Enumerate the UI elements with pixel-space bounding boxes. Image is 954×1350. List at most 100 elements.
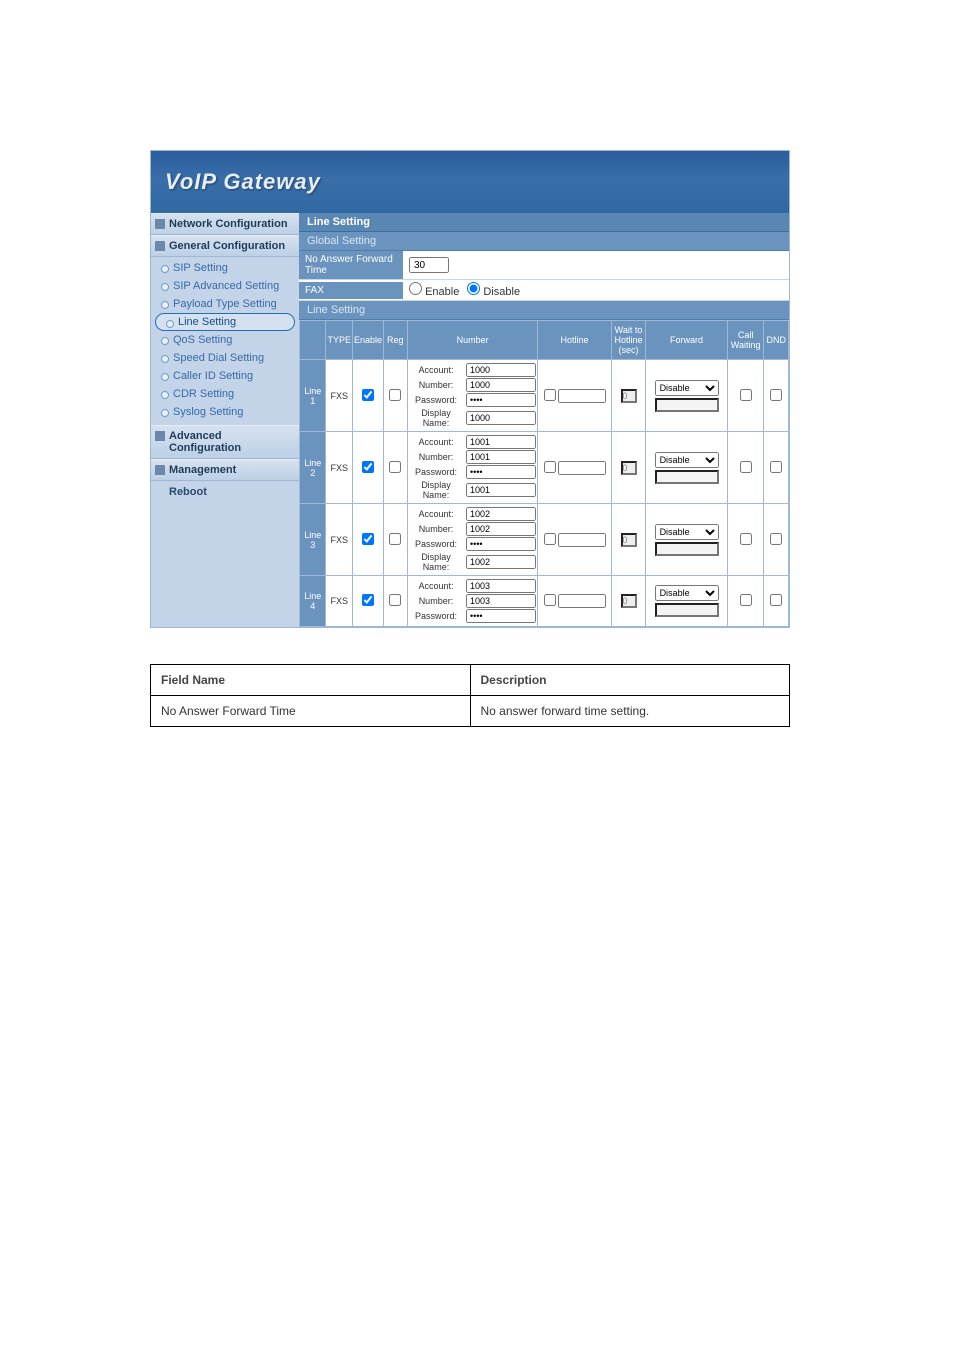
- reg-checkbox[interactable]: [389, 461, 401, 473]
- dnd-checkbox[interactable]: [770, 533, 782, 545]
- enable-checkbox[interactable]: [362, 533, 374, 545]
- col-dnd: DND: [764, 321, 789, 360]
- forward-input[interactable]: [655, 603, 719, 617]
- hotline-input[interactable]: [558, 389, 606, 403]
- sidebar-item-6[interactable]: Caller ID Setting: [151, 367, 299, 385]
- sidebar-item-reboot[interactable]: Reboot: [151, 483, 299, 501]
- nav-section-general[interactable]: General Configuration: [151, 235, 299, 257]
- hotline-checkbox[interactable]: [544, 594, 556, 606]
- col-number: Number: [407, 321, 537, 360]
- sidebar-item-1[interactable]: SIP Advanced Setting: [151, 277, 299, 295]
- fax-disable-option[interactable]: Disable: [467, 282, 520, 298]
- password-input[interactable]: [466, 609, 536, 623]
- reg-checkbox[interactable]: [389, 533, 401, 545]
- hotline-checkbox[interactable]: [544, 389, 556, 401]
- account-input[interactable]: [466, 435, 536, 449]
- password-input[interactable]: [466, 537, 536, 551]
- display-input[interactable]: [466, 483, 536, 497]
- table-row: Line 2FXSAccount:Number:Password:Display…: [300, 432, 789, 504]
- line-type: FXS: [326, 504, 352, 576]
- hotline-checkbox[interactable]: [544, 461, 556, 473]
- noanswer-label: No Answer Forward Time: [299, 251, 403, 279]
- reg-checkbox[interactable]: [389, 389, 401, 401]
- dnd-checkbox[interactable]: [770, 461, 782, 473]
- sidebar-item-8[interactable]: Syslog Setting: [151, 403, 299, 421]
- forward-select[interactable]: Disable: [655, 452, 719, 468]
- label-display: Display Name:: [409, 480, 463, 500]
- global-setting-bar: Global Setting: [299, 232, 789, 251]
- line-type: FXS: [326, 432, 352, 504]
- display-input[interactable]: [466, 555, 536, 569]
- col-hotline: Hotline: [538, 321, 611, 360]
- banner: VoIP Gateway: [151, 151, 789, 213]
- account-input[interactable]: [466, 507, 536, 521]
- nav-section-network[interactable]: Network Configuration: [151, 213, 299, 235]
- forward-select[interactable]: Disable: [655, 585, 719, 601]
- enable-checkbox[interactable]: [362, 594, 374, 606]
- sidebar-item-7[interactable]: CDR Setting: [151, 385, 299, 403]
- display-input[interactable]: [466, 411, 536, 425]
- account-input[interactable]: [466, 363, 536, 377]
- col-wait: Wait to Hotline (sec): [611, 321, 646, 360]
- sidebar-item-4[interactable]: QoS Setting: [151, 331, 299, 349]
- hotline-input[interactable]: [558, 594, 606, 608]
- number-input[interactable]: [466, 594, 536, 608]
- line-header: Line 2: [300, 432, 326, 504]
- number-input[interactable]: [466, 378, 536, 392]
- enable-checkbox[interactable]: [362, 461, 374, 473]
- line-setting-bar: Line Setting: [299, 301, 789, 320]
- forward-select[interactable]: Disable: [655, 380, 719, 396]
- enable-checkbox[interactable]: [362, 389, 374, 401]
- def-h1: Field Name: [151, 665, 471, 696]
- noanswer-input[interactable]: [409, 257, 449, 273]
- wait-input[interactable]: [621, 461, 637, 475]
- forward-select[interactable]: Disable: [655, 524, 719, 540]
- label-display: Display Name:: [409, 408, 463, 428]
- fax-enable-option[interactable]: Enable: [409, 282, 459, 298]
- callwaiting-checkbox[interactable]: [740, 389, 752, 401]
- forward-input[interactable]: [655, 470, 719, 484]
- hotline-input[interactable]: [558, 461, 606, 475]
- line-header: Line 1: [300, 360, 326, 432]
- col-line: [300, 321, 326, 360]
- label-password: Password:: [409, 539, 463, 549]
- nav-section-advanced[interactable]: Advanced Configuration: [151, 425, 299, 459]
- label-number: Number:: [409, 380, 463, 390]
- row-noanswer: No Answer Forward Time: [299, 251, 789, 280]
- hotline-checkbox[interactable]: [544, 533, 556, 545]
- sidebar-item-5[interactable]: Speed Dial Setting: [151, 349, 299, 367]
- number-input[interactable]: [466, 522, 536, 536]
- number-input[interactable]: [466, 450, 536, 464]
- wait-input[interactable]: [621, 594, 637, 608]
- wait-input[interactable]: [621, 533, 637, 547]
- table-row: Line 3FXSAccount:Number:Password:Display…: [300, 504, 789, 576]
- dnd-checkbox[interactable]: [770, 389, 782, 401]
- table-row: Line 4FXSAccount:Number:Password:Disable: [300, 576, 789, 627]
- label-number: Number:: [409, 452, 463, 462]
- dnd-checkbox[interactable]: [770, 594, 782, 606]
- nav-section-management[interactable]: Management: [151, 459, 299, 481]
- forward-input[interactable]: [655, 398, 719, 412]
- sidebar: Network Configuration General Configurat…: [151, 213, 299, 627]
- row-fax: FAX Enable Disable: [299, 280, 789, 301]
- label-password: Password:: [409, 395, 463, 405]
- hotline-input[interactable]: [558, 533, 606, 547]
- fax-enable-radio[interactable]: [409, 282, 422, 295]
- forward-input[interactable]: [655, 542, 719, 556]
- table-row: Line 1FXSAccount:Number:Password:Display…: [300, 360, 789, 432]
- line-type: FXS: [326, 360, 352, 432]
- callwaiting-checkbox[interactable]: [740, 533, 752, 545]
- sidebar-item-2[interactable]: Payload Type Setting: [151, 295, 299, 313]
- callwaiting-checkbox[interactable]: [740, 461, 752, 473]
- def-r1b: No answer forward time setting.: [470, 696, 790, 727]
- sidebar-item-0[interactable]: SIP Setting: [151, 259, 299, 277]
- password-input[interactable]: [466, 465, 536, 479]
- callwaiting-checkbox[interactable]: [740, 594, 752, 606]
- app-window: VoIP Gateway Network Configuration Gener…: [150, 150, 790, 628]
- reg-checkbox[interactable]: [389, 594, 401, 606]
- account-input[interactable]: [466, 579, 536, 593]
- password-input[interactable]: [466, 393, 536, 407]
- sidebar-item-3[interactable]: Line Setting: [155, 313, 295, 331]
- wait-input[interactable]: [621, 389, 637, 403]
- fax-disable-radio[interactable]: [467, 282, 480, 295]
